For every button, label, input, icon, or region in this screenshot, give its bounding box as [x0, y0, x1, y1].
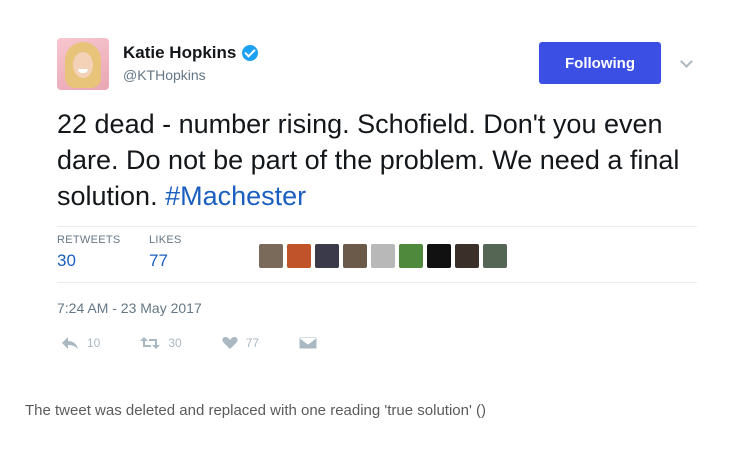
- retweet-action[interactable]: 30: [140, 336, 182, 350]
- author-name[interactable]: Katie Hopkins: [123, 43, 236, 63]
- retweets-label: RETWEETS: [57, 234, 121, 246]
- liker-avatar[interactable]: [455, 244, 479, 268]
- liker-avatars: [259, 244, 507, 268]
- liker-avatar[interactable]: [287, 244, 311, 268]
- retweets-count: 30: [57, 251, 76, 270]
- author-name-row[interactable]: Katie Hopkins: [123, 43, 259, 63]
- avatar-face: [73, 52, 93, 78]
- chevron-down-icon[interactable]: [680, 55, 693, 68]
- liker-avatar[interactable]: [315, 244, 339, 268]
- divider-bottom: [57, 282, 697, 283]
- reply-icon: [62, 337, 78, 349]
- reply-count: 10: [87, 336, 101, 350]
- verified-badge-icon: [242, 45, 259, 61]
- retweet-count: 30: [168, 336, 182, 350]
- retweet-icon: [140, 337, 161, 349]
- tweet-card: Katie Hopkins @KTHopkins Following 22 de…: [37, 28, 727, 373]
- liker-avatar[interactable]: [483, 244, 507, 268]
- action-bar: 10 30 77: [61, 336, 357, 350]
- likes-count: 77: [149, 251, 168, 270]
- image-caption: The tweet was deleted and replaced with …: [25, 402, 487, 419]
- tweet-timestamp[interactable]: 7:24 AM - 23 May 2017: [57, 300, 202, 316]
- liker-avatar[interactable]: [427, 244, 451, 268]
- retweets-stat[interactable]: RETWEETS 30: [57, 234, 121, 271]
- tweet-text: 22 dead - number rising. Schofield. Don'…: [57, 106, 707, 214]
- liker-avatar[interactable]: [259, 244, 283, 268]
- liker-avatar[interactable]: [343, 244, 367, 268]
- author-avatar[interactable]: [57, 38, 109, 90]
- reply-action[interactable]: 10: [61, 336, 100, 350]
- liker-avatar[interactable]: [399, 244, 423, 268]
- tweet-body: 22 dead - number rising. Schofield. Don'…: [57, 109, 680, 211]
- like-action[interactable]: 77: [222, 336, 259, 350]
- author-handle[interactable]: @KTHopkins: [123, 67, 206, 83]
- envelope-icon: [299, 336, 318, 350]
- message-action[interactable]: [299, 336, 318, 350]
- divider-top: [57, 226, 697, 227]
- likes-label: LIKES: [149, 234, 182, 246]
- likes-stat[interactable]: LIKES 77: [149, 234, 182, 271]
- like-count: 77: [245, 336, 260, 350]
- liker-avatar[interactable]: [371, 244, 395, 268]
- following-button[interactable]: Following: [539, 42, 661, 84]
- hashtag-link[interactable]: #Machester: [165, 181, 306, 211]
- heart-icon: [222, 337, 238, 349]
